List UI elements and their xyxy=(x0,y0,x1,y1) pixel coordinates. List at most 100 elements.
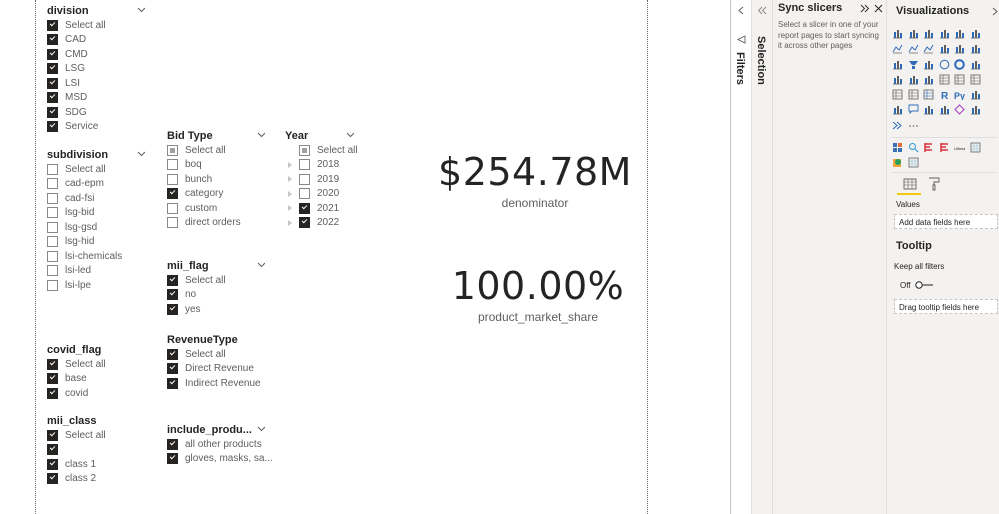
checkbox-checked[interactable] xyxy=(167,188,178,200)
line-and-stacked-column-icon[interactable] xyxy=(939,41,950,54)
checkbox-checked[interactable] xyxy=(299,202,310,214)
chevron-left-icon[interactable] xyxy=(738,6,744,15)
checkbox-checked[interactable] xyxy=(47,387,58,399)
checkbox-checked[interactable] xyxy=(47,473,58,485)
checkbox-partial[interactable] xyxy=(299,144,310,156)
slicer-division[interactable]: division Select all CAD CMD LSG LSI MSD SDG Serv… xyxy=(47,4,149,134)
clustered-bar-chart-icon[interactable] xyxy=(923,26,934,39)
slicer-covid-flag[interactable]: covid_flag Select all base covid xyxy=(47,343,149,401)
slicer-mii-flag[interactable]: mii_flag Select all no yes xyxy=(167,259,269,317)
checkbox-checked[interactable] xyxy=(167,438,178,450)
checkbox-checked[interactable] xyxy=(47,429,58,441)
checkbox-checked[interactable] xyxy=(47,92,58,104)
keep-filters-toggle[interactable] xyxy=(914,280,934,290)
clustered-column-chart-icon[interactable] xyxy=(939,26,950,39)
slicer-option[interactable]: category xyxy=(167,187,269,202)
selection-pane-label[interactable]: Selection xyxy=(755,36,767,85)
slicer-option[interactable]: MSD xyxy=(47,91,149,106)
slicer-option[interactable]: lsg-bid xyxy=(47,206,149,221)
chevron-down-icon[interactable] xyxy=(137,151,145,159)
donut-chart-icon[interactable] xyxy=(954,57,965,70)
gauge-icon[interactable] xyxy=(923,72,934,85)
line-and-clustered-column-icon[interactable] xyxy=(954,41,965,54)
checkbox-checked[interactable] xyxy=(47,48,58,60)
slicer-option[interactable]: 2020 xyxy=(285,187,358,202)
apps-grid-icon[interactable] xyxy=(892,140,903,152)
checkbox-checked[interactable] xyxy=(47,19,58,31)
expand-caret-icon[interactable] xyxy=(288,176,292,183)
pie-chart-icon[interactable] xyxy=(939,57,950,69)
checkbox-checked[interactable] xyxy=(167,348,178,360)
slicer-option[interactable]: gloves, masks, sa... xyxy=(167,452,273,467)
expand-caret-icon[interactable] xyxy=(288,190,292,197)
checkbox-checked[interactable] xyxy=(47,63,58,75)
more-visuals-icon[interactable] xyxy=(892,118,903,130)
scatter-chart-icon[interactable] xyxy=(923,57,934,69)
checkbox-unchecked[interactable] xyxy=(47,178,58,190)
ribbon-chart-icon[interactable] xyxy=(970,41,981,54)
checkbox-unchecked[interactable] xyxy=(47,236,58,248)
slicer-option[interactable]: lsg-gsd xyxy=(47,220,149,235)
map-icon[interactable] xyxy=(892,72,903,85)
slicer-option[interactable]: no xyxy=(167,288,269,303)
expand-caret-icon[interactable] xyxy=(288,161,292,168)
power-apps-icon[interactable] xyxy=(954,102,965,116)
scatter-matrix-icon[interactable] xyxy=(970,140,981,153)
chevron-down-icon[interactable] xyxy=(346,132,354,140)
filters-pane-label[interactable]: Filters xyxy=(734,52,746,85)
chevron-right-icon[interactable] xyxy=(992,7,998,16)
checkbox-checked[interactable] xyxy=(47,444,58,456)
slicer-option[interactable]: boq xyxy=(167,158,269,173)
checkbox-unchecked[interactable] xyxy=(299,159,310,171)
slicer-option[interactable]: lsi-led xyxy=(47,264,149,279)
checkbox-partial[interactable] xyxy=(167,144,178,156)
card-market-share[interactable]: 100.00% product_market_share xyxy=(433,264,643,324)
slicer-option[interactable]: Select all xyxy=(47,18,149,33)
slicer-option[interactable]: Service xyxy=(47,120,149,135)
slicer-option[interactable]: 2022 xyxy=(285,216,358,231)
smart-narrative-icon[interactable] xyxy=(923,102,934,115)
chevron-down-icon[interactable] xyxy=(257,426,265,434)
checkbox-checked[interactable] xyxy=(167,274,178,286)
checkbox-checked[interactable] xyxy=(47,373,58,385)
checkbox-unchecked[interactable] xyxy=(47,265,58,277)
slicer-option[interactable]: cad-epm xyxy=(47,177,149,192)
double-chevron-right-icon[interactable] xyxy=(860,4,870,13)
checkbox-unchecked[interactable] xyxy=(47,163,58,175)
r-script-visual-icon[interactable]: R xyxy=(939,87,950,102)
checkbox-checked[interactable] xyxy=(167,289,178,301)
checkbox-unchecked[interactable] xyxy=(47,279,58,291)
checkbox-checked[interactable] xyxy=(299,217,310,229)
custom-slicer-icon[interactable] xyxy=(908,155,919,168)
slicer-option[interactable]: 2019 xyxy=(285,172,358,187)
multi-row-card-icon[interactable] xyxy=(954,72,965,85)
slicer-option[interactable]: custom xyxy=(167,201,269,216)
slicer-option[interactable]: 2021 xyxy=(285,201,358,216)
checkbox-checked[interactable] xyxy=(47,77,58,89)
checkbox-unchecked[interactable] xyxy=(167,159,178,171)
waterfall-chart-icon[interactable] xyxy=(892,57,903,69)
checkbox-unchecked[interactable] xyxy=(47,192,58,204)
checkbox-checked[interactable] xyxy=(47,458,58,470)
tooltip-field-well[interactable]: Drag tooltip fields here xyxy=(894,299,998,314)
checkbox-checked[interactable] xyxy=(47,358,58,370)
slicer-bid-type[interactable]: Bid Type Select all boq bunch category custom… xyxy=(167,129,269,230)
slicer-option[interactable]: direct orders xyxy=(167,216,269,231)
slicer-option[interactable]: LSI xyxy=(47,76,149,91)
slicer-option[interactable]: Select all xyxy=(285,143,358,158)
slicer-option[interactable]: CAD xyxy=(47,33,149,48)
stacked-area-chart-icon[interactable] xyxy=(923,41,934,54)
slicer-mii-class[interactable]: mii_class Select all class 1 class 2 xyxy=(47,414,149,486)
slicer-option[interactable]: lsi-chemicals xyxy=(47,249,149,264)
checkbox-unchecked[interactable] xyxy=(167,173,178,185)
python-visual-icon[interactable]: Py xyxy=(954,87,965,101)
slicer-option[interactable]: all other products xyxy=(167,437,269,452)
paginated-report-icon[interactable] xyxy=(939,102,950,115)
stacked-bar-chart-icon[interactable] xyxy=(892,26,903,39)
qa-icon[interactable] xyxy=(908,102,919,115)
kpi-icon[interactable] xyxy=(970,72,981,85)
slicer-option[interactable]: Select all xyxy=(47,357,149,372)
slicer-subdivision[interactable]: subdivision Select all cad-epm cad-fsi lsg-b… xyxy=(47,148,149,293)
checkbox-unchecked[interactable] xyxy=(47,250,58,262)
checkbox-checked[interactable] xyxy=(167,377,178,389)
